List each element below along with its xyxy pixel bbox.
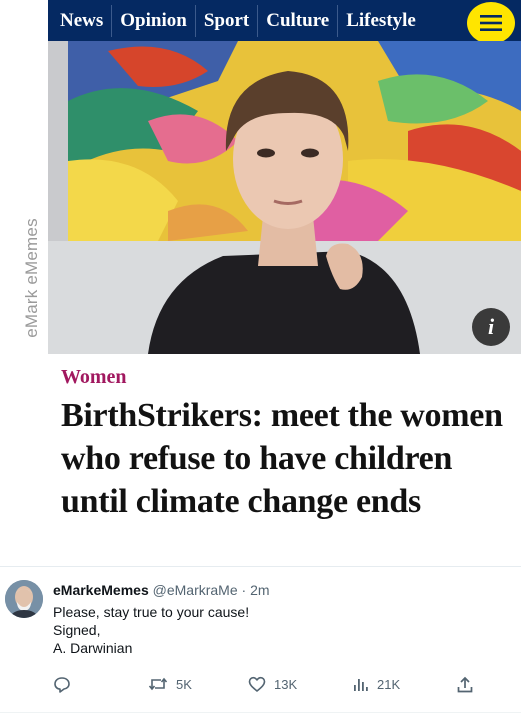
divider: [0, 566, 521, 567]
nav-item-news[interactable]: News: [60, 10, 103, 32]
nav-separator: [111, 4, 113, 37]
image-info-button[interactable]: i: [472, 308, 510, 346]
avatar[interactable]: [5, 580, 43, 618]
info-icon: i: [487, 314, 495, 339]
like-count: 13K: [274, 676, 298, 692]
reply-icon: [54, 677, 70, 693]
tweet-actions: 5K 13K 21K: [0, 676, 521, 696]
tweet-text: Please, stay true to your cause! Signed,…: [53, 603, 249, 657]
tweet-header: eMarkeMemes @eMarkraMe · 2m: [53, 582, 270, 598]
nav-separator: [257, 4, 259, 37]
nav-separator: [194, 4, 196, 37]
watermark-text: eMark eMemes: [22, 217, 42, 338]
tweet-line: Please, stay true to your cause!: [53, 604, 250, 620]
hero-photo: [48, 41, 521, 354]
nav-separator: [337, 4, 339, 37]
share-button[interactable]: [457, 676, 473, 693]
tweet-time[interactable]: · 2m: [242, 582, 270, 598]
tweet-author[interactable]: eMarkeMemes: [53, 582, 149, 598]
like-button[interactable]: 13K: [248, 676, 297, 692]
retweet-count: 5K: [176, 676, 192, 692]
nav-item-opinion[interactable]: Opinion: [120, 10, 187, 32]
tweet-line: A. Darwinian: [53, 640, 133, 656]
menu-button[interactable]: [467, 2, 515, 44]
retweet-button[interactable]: 5K: [148, 676, 192, 692]
heart-icon: [248, 676, 266, 692]
nav-item-culture[interactable]: Culture: [266, 10, 329, 32]
views-count: 21K: [377, 676, 401, 692]
portrait-image: [48, 41, 521, 354]
share-icon: [457, 676, 473, 693]
tweet-line: Signed,: [53, 622, 101, 638]
hamburger-menu-icon: [480, 15, 502, 31]
retweet-icon: [148, 677, 168, 691]
tweet-handle[interactable]: @eMarkraMe: [153, 582, 238, 598]
views-button[interactable]: 21K: [353, 676, 400, 692]
top-navigation-bar: News Opinion Sport Culture Lifestyle: [48, 0, 521, 44]
reply-button[interactable]: [53, 676, 71, 694]
avatar-image: [5, 580, 43, 618]
views-icon: [354, 679, 368, 691]
nav-item-sport[interactable]: Sport: [204, 10, 249, 32]
divider: [0, 712, 521, 713]
watermark: eMark eMemes: [22, 205, 42, 350]
nav-items: News Opinion Sport Culture Lifestyle: [60, 0, 416, 41]
article-headline[interactable]: BirthStrikers: meet the women who refuse…: [61, 394, 511, 523]
nav-item-lifestyle[interactable]: Lifestyle: [346, 10, 416, 32]
section-label[interactable]: Women: [61, 366, 127, 389]
